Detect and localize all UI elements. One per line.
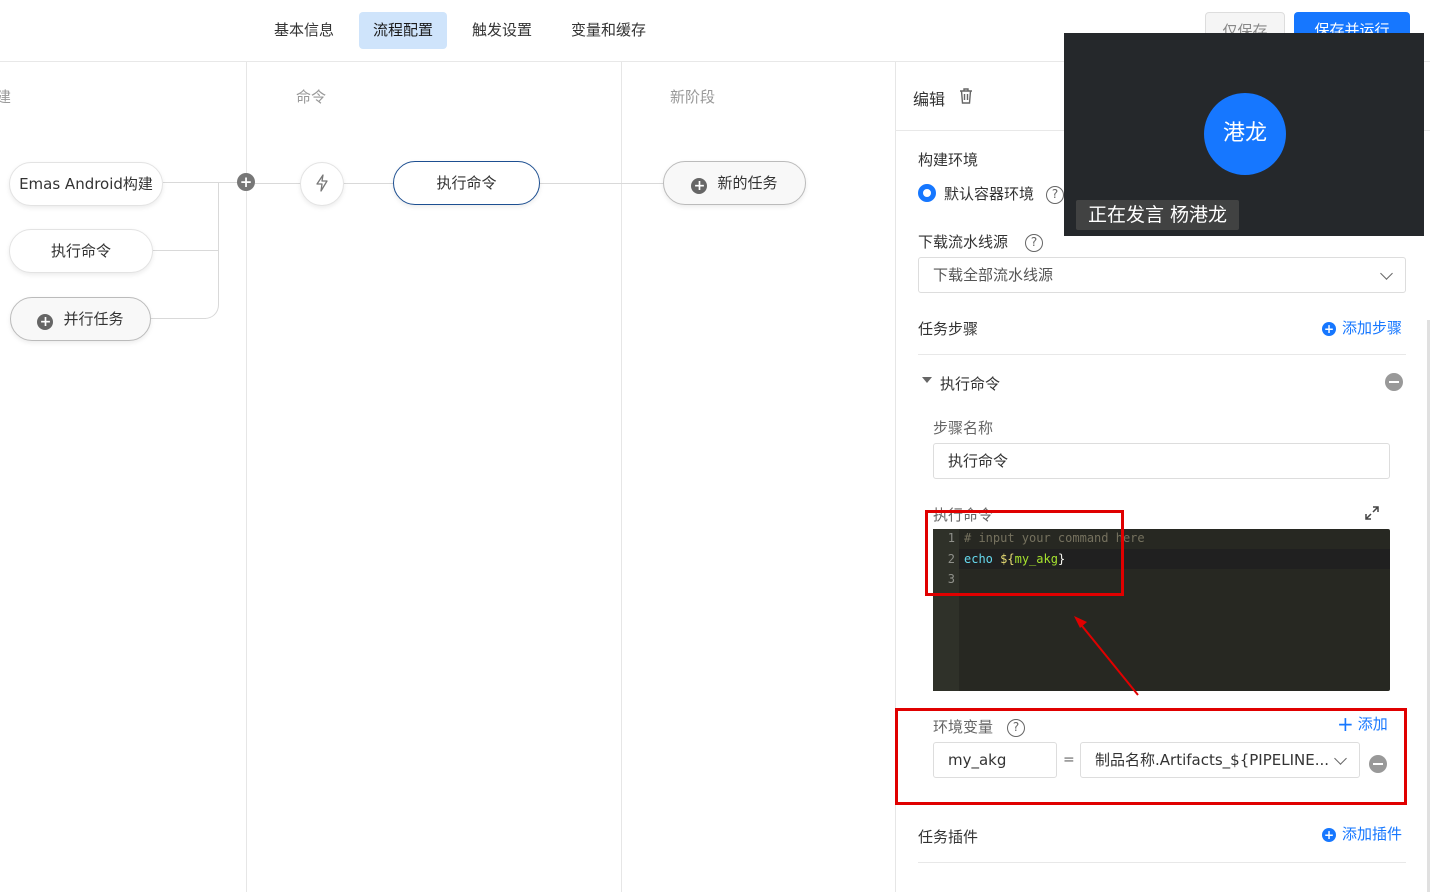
caret-down-icon[interactable] xyxy=(922,377,932,383)
connector-line xyxy=(255,183,301,184)
download-source-select[interactable]: 下载全部流水线源 xyxy=(918,257,1406,293)
plus-circle-icon: + xyxy=(1322,322,1336,336)
divider xyxy=(918,862,1406,863)
panel-title: 编辑 xyxy=(913,90,946,109)
trash-icon[interactable] xyxy=(958,87,974,105)
plus-circle-icon: + xyxy=(37,314,54,330)
task-plugins-label: 任务插件 xyxy=(918,828,979,846)
connector-line xyxy=(344,183,394,184)
help-icon[interactable]: ? xyxy=(1040,184,1064,204)
connector-line xyxy=(540,183,664,184)
add-new-task-button[interactable]: + 新的任务 xyxy=(663,161,806,205)
stage-title[interactable]: 新阶段 xyxy=(670,86,715,107)
remove-step-icon[interactable] xyxy=(1385,373,1403,391)
annotation-box-env-vars xyxy=(895,708,1407,805)
chevron-down-icon xyxy=(1380,267,1393,280)
task-node-exec-command[interactable]: 执行命令 xyxy=(9,229,153,273)
stage-divider xyxy=(621,62,622,892)
step-name-input[interactable]: 执行命令 xyxy=(933,443,1390,479)
add-plugin-button[interactable]: + 添加插件 xyxy=(1322,823,1402,844)
connector-line xyxy=(218,182,219,304)
speaking-indicator: 正在发言 杨港龙 xyxy=(1076,200,1240,230)
tab-variables-cache[interactable]: 变量和缓存 xyxy=(557,12,660,49)
download-source-value: 下载全部流水线源 xyxy=(933,266,1054,284)
connector-line xyxy=(153,250,218,251)
help-icon[interactable]: ? xyxy=(1019,232,1043,252)
task-steps-label: 任务步骤 xyxy=(918,320,979,338)
step-header[interactable]: 执行命令 xyxy=(940,373,1000,394)
expand-icon[interactable] xyxy=(1364,505,1380,521)
build-env-option[interactable]: 默认容器环境 xyxy=(944,183,1034,204)
tab-pipeline-config[interactable]: 流程配置 xyxy=(359,12,448,49)
plus-circle-icon: + xyxy=(691,178,708,194)
connector-line xyxy=(163,182,238,183)
annotation-arrow xyxy=(1074,616,1139,696)
step-name-label: 步骤名称 xyxy=(933,419,994,437)
task-node-emas-build[interactable]: Emas Android构建 xyxy=(9,162,163,206)
add-stage-icon[interactable]: + xyxy=(237,173,255,191)
trigger-bolt-node[interactable] xyxy=(300,162,344,206)
download-source-label: 下载流水线源 xyxy=(918,233,1009,251)
annotation-box-command xyxy=(925,510,1124,596)
avatar: 港龙 xyxy=(1204,93,1286,175)
meeting-video-overlay[interactable]: 港龙 正在发言 杨港龙 xyxy=(1064,33,1424,236)
radio-default-env[interactable] xyxy=(918,184,936,202)
divider xyxy=(918,354,1406,355)
tab-basic-info[interactable]: 基本信息 xyxy=(260,12,348,49)
plus-circle-icon: + xyxy=(1322,828,1336,842)
task-node-exec-command-selected[interactable]: 执行命令 xyxy=(393,161,540,205)
lightning-icon xyxy=(316,174,328,192)
tab-trigger-settings[interactable]: 触发设置 xyxy=(458,12,546,49)
parallel-task-label: 并行任务 xyxy=(63,310,124,328)
add-step-label: 添加步骤 xyxy=(1342,319,1403,337)
add-parallel-task-button[interactable]: + 并行任务 xyxy=(10,297,151,341)
build-env-label: 构建环境 xyxy=(918,151,979,169)
stage-title[interactable]: 命令 xyxy=(296,86,326,107)
stage-title: 建 xyxy=(0,88,12,106)
new-task-label: 新的任务 xyxy=(717,174,778,192)
add-plugin-label: 添加插件 xyxy=(1342,825,1403,843)
add-step-button[interactable]: + 添加步骤 xyxy=(1322,317,1402,338)
